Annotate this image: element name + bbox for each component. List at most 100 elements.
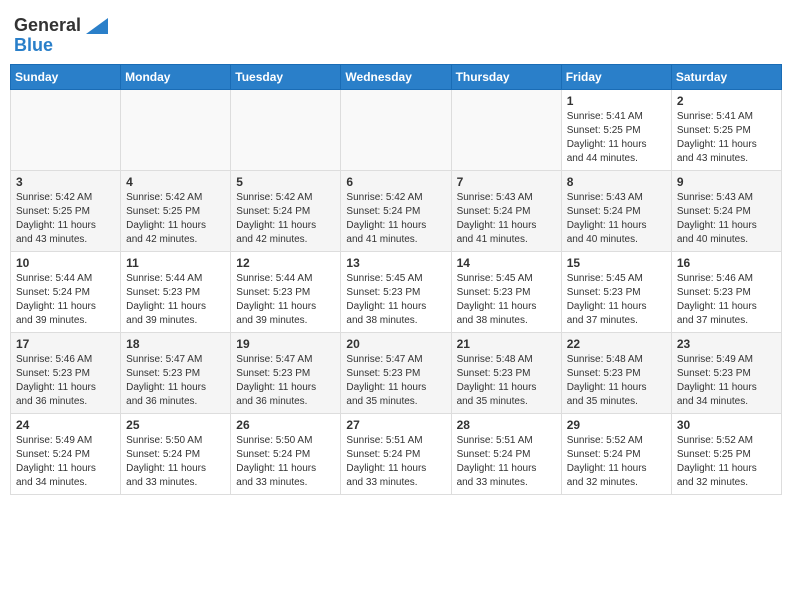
day-info: Sunrise: 5:45 AM Sunset: 5:23 PM Dayligh…	[457, 272, 556, 328]
day-number: 6	[346, 175, 445, 189]
calendar-cell: 4 Sunrise: 5:42 AM Sunset: 5:25 PM Daylig…	[121, 170, 231, 251]
calendar-cell: 12 Sunrise: 5:44 AM Sunset: 5:23 PM Dayli…	[231, 251, 341, 332]
day-info: Sunrise: 5:42 AM Sunset: 5:25 PM Dayligh…	[126, 191, 225, 247]
day-number: 12	[236, 256, 335, 270]
day-number: 14	[457, 256, 556, 270]
day-number: 9	[677, 175, 776, 189]
calendar-cell: 20Sunrise: 5:47 AM Sunset: 5:23 PM Dayli…	[341, 332, 451, 413]
day-number: 18	[126, 337, 225, 351]
logo: General Blue	[14, 10, 108, 56]
day-info: Sunrise: 5:43 AM Sunset: 5:24 PM Dayligh…	[567, 191, 666, 247]
calendar-cell: 10 Sunrise: 5:44 AM Sunset: 5:24 PM Dayli…	[11, 251, 121, 332]
day-info: Sunrise: 5:45 AM Sunset: 5:23 PM Dayligh…	[346, 272, 445, 328]
day-info: Sunrise: 5:51 AM Sunset: 5:24 PM Dayligh…	[346, 434, 445, 490]
day-number: 28	[457, 418, 556, 432]
calendar-week-row: 1 Sunrise: 5:41 AM Sunset: 5:25 PM Daylig…	[11, 89, 782, 170]
calendar-cell: 13 Sunrise: 5:45 AM Sunset: 5:23 PM Dayli…	[341, 251, 451, 332]
day-number: 15	[567, 256, 666, 270]
calendar-cell: 2 Sunrise: 5:41 AM Sunset: 5:25 PM Daylig…	[671, 89, 781, 170]
calendar-table: SundayMondayTuesdayWednesdayThursdayFrid…	[10, 64, 782, 495]
day-info: Sunrise: 5:50 AM Sunset: 5:24 PM Dayligh…	[236, 434, 335, 490]
day-number: 16	[677, 256, 776, 270]
logo-general: General	[14, 16, 108, 36]
day-info: Sunrise: 5:44 AM Sunset: 5:23 PM Dayligh…	[236, 272, 335, 328]
day-number: 7	[457, 175, 556, 189]
calendar-cell: 9 Sunrise: 5:43 AM Sunset: 5:24 PM Daylig…	[671, 170, 781, 251]
calendar-cell: 21 Sunrise: 5:48 AM Sunset: 5:23 PM Dayli…	[451, 332, 561, 413]
day-info: Sunrise: 5:48 AM Sunset: 5:23 PM Dayligh…	[567, 353, 666, 409]
day-info: Sunrise: 5:52 AM Sunset: 5:24 PM Dayligh…	[567, 434, 666, 490]
day-info: Sunrise: 5:42 AM Sunset: 5:25 PM Dayligh…	[16, 191, 115, 247]
day-info: Sunrise: 5:43 AM Sunset: 5:24 PM Dayligh…	[677, 191, 776, 247]
weekday-header: Friday	[561, 64, 671, 89]
calendar-cell: 25 Sunrise: 5:50 AM Sunset: 5:24 PM Dayli…	[121, 413, 231, 494]
logo-blue: Blue	[14, 36, 108, 56]
calendar-cell: 22 Sunrise: 5:48 AM Sunset: 5:23 PM Dayli…	[561, 332, 671, 413]
weekday-header: Thursday	[451, 64, 561, 89]
page-header: General Blue	[10, 10, 782, 56]
day-info: Sunrise: 5:49 AM Sunset: 5:23 PM Dayligh…	[677, 353, 776, 409]
calendar-header-row: SundayMondayTuesdayWednesdayThursdayFrid…	[11, 64, 782, 89]
calendar-cell: 18 Sunrise: 5:47 AM Sunset: 5:23 PM Dayli…	[121, 332, 231, 413]
day-number: 19	[236, 337, 335, 351]
day-info: Sunrise: 5:47 AM Sunset: 5:23 PM Dayligh…	[236, 353, 335, 409]
day-number: 3	[16, 175, 115, 189]
day-number: 27	[346, 418, 445, 432]
calendar-cell: 3 Sunrise: 5:42 AM Sunset: 5:25 PM Daylig…	[11, 170, 121, 251]
day-info: Sunrise: 5:47 AM Sunset: 5:23 PM Dayligh…	[126, 353, 225, 409]
day-number: 24	[16, 418, 115, 432]
day-info: Sunrise: 5:45 AM Sunset: 5:23 PM Dayligh…	[567, 272, 666, 328]
day-info: Sunrise: 5:48 AM Sunset: 5:23 PM Dayligh…	[457, 353, 556, 409]
calendar-cell	[451, 89, 561, 170]
day-info: Sunrise: 5:41 AM Sunset: 5:25 PM Dayligh…	[677, 110, 776, 166]
day-number: 26	[236, 418, 335, 432]
weekday-header: Saturday	[671, 64, 781, 89]
day-number: 1	[567, 94, 666, 108]
calendar-cell: 17Sunrise: 5:46 AM Sunset: 5:23 PM Dayli…	[11, 332, 121, 413]
calendar-cell: 14 Sunrise: 5:45 AM Sunset: 5:23 PM Dayli…	[451, 251, 561, 332]
calendar-cell: 15 Sunrise: 5:45 AM Sunset: 5:23 PM Dayli…	[561, 251, 671, 332]
day-info: Sunrise: 5:50 AM Sunset: 5:24 PM Dayligh…	[126, 434, 225, 490]
day-info: Sunrise: 5:52 AM Sunset: 5:25 PM Dayligh…	[677, 434, 776, 490]
day-number: 5	[236, 175, 335, 189]
calendar-cell: 28 Sunrise: 5:51 AM Sunset: 5:24 PM Dayli…	[451, 413, 561, 494]
calendar-cell: 5 Sunrise: 5:42 AM Sunset: 5:24 PM Daylig…	[231, 170, 341, 251]
calendar-cell: 1 Sunrise: 5:41 AM Sunset: 5:25 PM Daylig…	[561, 89, 671, 170]
day-number: 23	[677, 337, 776, 351]
day-number: 2	[677, 94, 776, 108]
calendar-week-row: 3 Sunrise: 5:42 AM Sunset: 5:25 PM Daylig…	[11, 170, 782, 251]
weekday-header: Tuesday	[231, 64, 341, 89]
weekday-header: Wednesday	[341, 64, 451, 89]
calendar-cell: 30Sunrise: 5:52 AM Sunset: 5:25 PM Dayli…	[671, 413, 781, 494]
day-number: 4	[126, 175, 225, 189]
weekday-header: Sunday	[11, 64, 121, 89]
calendar-cell: 19 Sunrise: 5:47 AM Sunset: 5:23 PM Dayli…	[231, 332, 341, 413]
calendar-cell: 8 Sunrise: 5:43 AM Sunset: 5:24 PM Daylig…	[561, 170, 671, 251]
day-number: 11	[126, 256, 225, 270]
day-info: Sunrise: 5:44 AM Sunset: 5:24 PM Dayligh…	[16, 272, 115, 328]
calendar-cell	[231, 89, 341, 170]
day-number: 22	[567, 337, 666, 351]
day-number: 21	[457, 337, 556, 351]
day-info: Sunrise: 5:42 AM Sunset: 5:24 PM Dayligh…	[236, 191, 335, 247]
day-number: 8	[567, 175, 666, 189]
day-number: 29	[567, 418, 666, 432]
day-info: Sunrise: 5:42 AM Sunset: 5:24 PM Dayligh…	[346, 191, 445, 247]
day-number: 10	[16, 256, 115, 270]
day-info: Sunrise: 5:43 AM Sunset: 5:24 PM Dayligh…	[457, 191, 556, 247]
day-number: 13	[346, 256, 445, 270]
calendar-week-row: 24Sunrise: 5:49 AM Sunset: 5:24 PM Dayli…	[11, 413, 782, 494]
day-info: Sunrise: 5:47 AM Sunset: 5:23 PM Dayligh…	[346, 353, 445, 409]
calendar-cell: 23 Sunrise: 5:49 AM Sunset: 5:23 PM Dayli…	[671, 332, 781, 413]
day-number: 25	[126, 418, 225, 432]
logo-icon	[86, 18, 108, 34]
calendar-cell: 16 Sunrise: 5:46 AM Sunset: 5:23 PM Dayli…	[671, 251, 781, 332]
calendar-cell: 26 Sunrise: 5:50 AM Sunset: 5:24 PM Dayli…	[231, 413, 341, 494]
day-info: Sunrise: 5:51 AM Sunset: 5:24 PM Dayligh…	[457, 434, 556, 490]
calendar-week-row: 10 Sunrise: 5:44 AM Sunset: 5:24 PM Dayli…	[11, 251, 782, 332]
calendar-cell: 6 Sunrise: 5:42 AM Sunset: 5:24 PM Daylig…	[341, 170, 451, 251]
calendar-cell	[11, 89, 121, 170]
day-info: Sunrise: 5:41 AM Sunset: 5:25 PM Dayligh…	[567, 110, 666, 166]
calendar-week-row: 17Sunrise: 5:46 AM Sunset: 5:23 PM Dayli…	[11, 332, 782, 413]
day-info: Sunrise: 5:46 AM Sunset: 5:23 PM Dayligh…	[677, 272, 776, 328]
